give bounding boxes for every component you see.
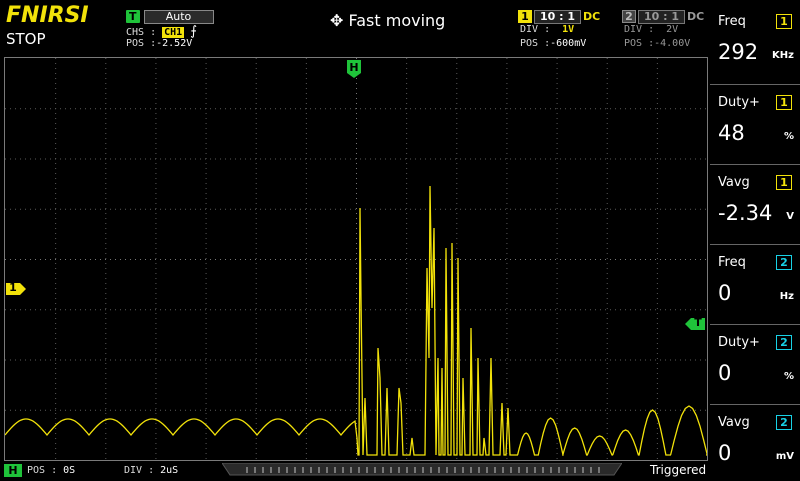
ch1-trace xyxy=(4,185,709,456)
h-marker-label: H xyxy=(349,61,359,74)
ch1-div-label: DIV : xyxy=(520,24,551,35)
ch2-header[interactable]: 2 10 : 1 DC xyxy=(622,5,704,24)
horizontal-position-marker[interactable]: H xyxy=(346,59,362,78)
ch1-probe[interactable]: 10 : 1 xyxy=(534,10,582,24)
measurement-channel-badge: 2 xyxy=(776,255,792,270)
measurement-unit: Hz xyxy=(779,291,794,302)
ch1-offset-marker[interactable]: 1 xyxy=(5,281,27,295)
trigger-marker-label: T xyxy=(694,316,702,329)
ch1-div-row: DIV : 1V xyxy=(520,24,574,35)
move-icon: ✥ xyxy=(330,11,344,30)
measurement-channel-badge: 1 xyxy=(776,175,792,190)
trigger-source-label: CHS : xyxy=(126,27,157,38)
rising-edge-icon[interactable]: ⨍ xyxy=(190,24,197,39)
ch2-probe[interactable]: 10 : 1 xyxy=(638,10,686,24)
trigger-badge: T xyxy=(126,10,140,23)
measurement-name: Duty+ xyxy=(718,95,760,110)
measurement-channel-badge: 2 xyxy=(776,415,792,430)
ch1-div-value: 1V xyxy=(562,24,575,35)
measurement-unit: mV xyxy=(775,451,794,462)
measurement-value: 0 xyxy=(718,281,732,305)
trigger-pos-label: POS : xyxy=(126,38,157,49)
ch2-div-row: DIV : 2V xyxy=(624,24,678,35)
run-state[interactable]: STOP xyxy=(6,30,46,48)
measurement-unit: % xyxy=(783,371,794,382)
measurement-unit: KHz xyxy=(772,50,794,61)
measurement-value: 292 xyxy=(718,40,759,64)
ch2-badge[interactable]: 2 xyxy=(622,10,636,23)
trigger-status: Triggered xyxy=(650,463,707,477)
ch2-pos-label: POS : xyxy=(624,38,655,49)
ch2-pos-row: POS :-4.00V xyxy=(624,38,690,49)
timebase-div-label: DIV : xyxy=(124,465,161,476)
ch2-pos-value: -4.00V xyxy=(654,38,691,49)
measurement-value: 48 xyxy=(718,121,745,145)
trigger-mode[interactable]: Auto xyxy=(143,10,214,24)
memory-scrollbar[interactable] xyxy=(221,462,623,476)
measurement-channel-badge: 2 xyxy=(776,335,792,350)
measurement-name: Vavg xyxy=(718,415,750,430)
waveform-canvas[interactable] xyxy=(4,58,709,460)
move-status-text: Fast moving xyxy=(348,11,446,30)
trigger-pos-value: -2.52V xyxy=(156,38,193,49)
trigger-pos-row: POS :-2.52V xyxy=(126,38,192,49)
measurement-name: Freq xyxy=(718,14,746,29)
measurement-5[interactable]: Vavg 2 0 mV xyxy=(710,404,800,479)
measurement-channel-badge: 1 xyxy=(776,95,792,110)
ch1-pos-value: -600mV xyxy=(550,38,587,49)
ch2-div-value: 2V xyxy=(666,24,679,35)
measurement-unit: % xyxy=(783,131,794,142)
timebase-badge: H xyxy=(4,464,22,477)
measurement-2[interactable]: Vavg 1 -2.34 V xyxy=(710,164,800,239)
ch2-div-label: DIV : xyxy=(624,24,655,35)
timebase-pos-label: POS : xyxy=(27,465,64,476)
ch1-badge[interactable]: 1 xyxy=(518,10,532,23)
measurement-1[interactable]: Duty+ 1 48% xyxy=(710,84,800,159)
trigger-source-row[interactable]: CHS : CH1 ⨍ xyxy=(126,24,197,39)
move-status: ✥ Fast moving xyxy=(330,11,445,30)
measurement-name: Freq xyxy=(718,255,746,270)
ch1-pos-label: POS : xyxy=(520,38,551,49)
measurement-3[interactable]: Freq 2 0 Hz xyxy=(710,244,800,319)
measurement-name: Vavg xyxy=(718,175,750,190)
waveform-screen[interactable] xyxy=(4,57,709,461)
trigger-level-marker[interactable]: T xyxy=(684,316,706,330)
graticule-grid xyxy=(5,58,706,459)
measurement-channel-badge: 1 xyxy=(776,14,792,29)
trigger-source-value[interactable]: CH1 xyxy=(162,27,185,38)
ch2-coupling[interactable]: DC xyxy=(687,10,704,23)
ch1-pos-row: POS :-600mV xyxy=(520,38,586,49)
timebase-pos[interactable]: POS : 0S xyxy=(27,465,75,476)
brand-logo: FNIRSI xyxy=(6,3,89,28)
measurement-value: -2.34 xyxy=(718,201,773,225)
trigger-mode-box[interactable]: T Auto xyxy=(126,5,214,24)
ch1-coupling[interactable]: DC xyxy=(583,10,600,23)
measurement-4[interactable]: Duty+ 2 0% xyxy=(710,324,800,399)
measurement-panel[interactable]: Freq 1 292 KHz Duty+ 1 48% Vavg 1 -2.34 V Freq 2 0 Hz D… xyxy=(710,0,800,480)
measurement-name: Duty+ xyxy=(718,335,760,350)
ch1-marker-label: 1 xyxy=(9,281,17,294)
timebase-div[interactable]: DIV : 2uS xyxy=(124,465,178,476)
timebase-div-value: 2uS xyxy=(160,465,179,476)
measurement-0[interactable]: Freq 1 292 KHz xyxy=(710,4,800,78)
memory-scrollbar-graphic xyxy=(221,462,623,476)
ch1-header[interactable]: 1 10 : 1 DC xyxy=(518,5,600,24)
measurement-value: 0 xyxy=(718,441,732,465)
timebase-pos-value: 0S xyxy=(63,465,76,476)
measurement-unit: V xyxy=(786,211,794,222)
measurement-value: 0 xyxy=(718,361,732,385)
